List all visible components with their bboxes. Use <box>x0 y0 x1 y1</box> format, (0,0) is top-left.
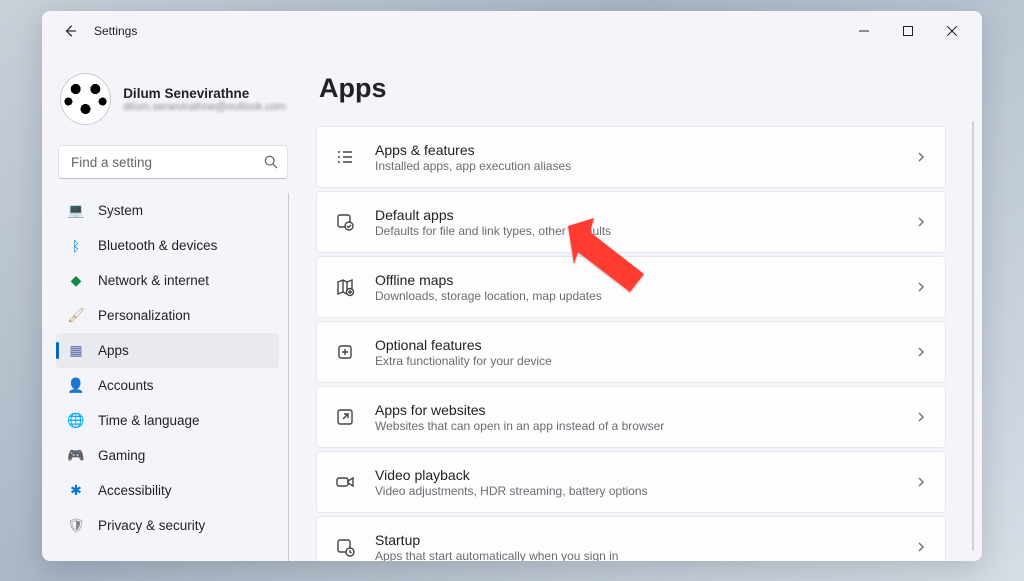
sidebar-nav: 💻 System ᛒ Bluetooth & devices ◆ Network & in… <box>56 193 290 561</box>
setting-title: Optional features <box>375 337 895 353</box>
search-icon <box>264 155 278 169</box>
setting-optional-features[interactable]: Optional featuresExtra functionality for… <box>316 321 946 383</box>
accessibility-icon: ✱ <box>68 483 84 499</box>
minimize-icon <box>859 26 869 36</box>
setting-apps-features[interactable]: Apps & featuresInstalled apps, app execu… <box>316 126 946 188</box>
settings-list: Apps & featuresInstalled apps, app execu… <box>316 126 952 561</box>
sidebar-item-gaming[interactable]: 🎮 Gaming <box>56 438 279 473</box>
sidebar-item-privacy[interactable]: 🛡 Privacy & security <box>56 508 279 543</box>
chevron-right-icon <box>915 541 927 553</box>
setting-subtitle: Downloads, storage location, map updates <box>375 289 895 303</box>
setting-subtitle: Extra functionality for your device <box>375 354 895 368</box>
close-icon <box>947 26 957 36</box>
setting-text: Optional featuresExtra functionality for… <box>375 337 895 368</box>
arrow-left-icon <box>63 24 77 38</box>
chevron-right-icon <box>915 411 927 423</box>
setting-title: Default apps <box>375 207 895 223</box>
privacy-icon: 🛡 <box>68 518 84 534</box>
profile-text: Dilum Senevirathne dilum.senevirathne@ou… <box>123 86 286 113</box>
sidebar-item-time[interactable]: 🌐 Time & language <box>56 403 279 438</box>
apps-features-icon <box>335 147 355 167</box>
sidebar-item-label: Network & internet <box>98 273 209 288</box>
search-wrap <box>58 145 288 179</box>
chevron-right-icon <box>915 476 927 488</box>
back-button[interactable] <box>56 17 84 45</box>
settings-window: Settings Dilum Senevirathne dilum.senevi… <box>42 11 982 561</box>
chevron-right-icon <box>915 281 927 293</box>
setting-title: Apps & features <box>375 142 895 158</box>
sidebar-item-accessibility[interactable]: ✱ Accessibility <box>56 473 279 508</box>
time-icon: 🌐 <box>68 413 84 429</box>
gaming-icon: 🎮 <box>68 448 84 464</box>
titlebar-title: Settings <box>94 24 137 38</box>
sidebar-item-label: Bluetooth & devices <box>98 238 217 253</box>
setting-text: StartupApps that start automatically whe… <box>375 532 895 562</box>
setting-default-apps[interactable]: Default appsDefaults for file and link t… <box>316 191 946 253</box>
avatar <box>60 73 111 125</box>
sidebar-item-apps[interactable]: ▦ Apps <box>56 333 279 368</box>
chevron-right-icon <box>915 346 927 358</box>
sidebar-item-system[interactable]: 💻 System <box>56 193 279 228</box>
setting-text: Default appsDefaults for file and link t… <box>375 207 895 238</box>
sidebar-item-personalization[interactable]: 🖌 Personalization <box>56 298 279 333</box>
setting-apps-websites[interactable]: Apps for websitesWebsites that can open … <box>316 386 946 448</box>
setting-title: Apps for websites <box>375 402 895 418</box>
titlebar: Settings <box>42 11 982 51</box>
window-body: Dilum Senevirathne dilum.senevirathne@ou… <box>42 51 982 561</box>
video-playback-icon <box>335 472 355 492</box>
network-icon: ◆ <box>68 273 84 289</box>
profile-section[interactable]: Dilum Senevirathne dilum.senevirathne@ou… <box>56 63 290 145</box>
setting-title: Startup <box>375 532 895 548</box>
sidebar-item-label: Time & language <box>98 413 200 428</box>
sidebar-item-label: Gaming <box>98 448 145 463</box>
setting-text: Apps & featuresInstalled apps, app execu… <box>375 142 895 173</box>
setting-video-playback[interactable]: Video playbackVideo adjustments, HDR str… <box>316 451 946 513</box>
setting-offline-maps[interactable]: Offline mapsDownloads, storage location,… <box>316 256 946 318</box>
main-panel: Apps Apps & featuresInstalled apps, app … <box>300 51 982 561</box>
setting-title: Offline maps <box>375 272 895 288</box>
setting-subtitle: Apps that start automatically when you s… <box>375 549 895 562</box>
chevron-right-icon <box>915 216 927 228</box>
sidebar-item-label: Accounts <box>98 378 154 393</box>
page-title: Apps <box>319 73 952 104</box>
sidebar-item-network[interactable]: ◆ Network & internet <box>56 263 279 298</box>
search-input[interactable] <box>58 145 288 179</box>
main-scrollbar[interactable] <box>972 121 974 551</box>
optional-features-icon <box>335 342 355 362</box>
setting-subtitle: Defaults for file and link types, other … <box>375 224 895 238</box>
sidebar-item-accounts[interactable]: 👤 Accounts <box>56 368 279 403</box>
sidebar-item-label: Accessibility <box>98 483 172 498</box>
sidebar-item-label: Privacy & security <box>98 518 205 533</box>
profile-email: dilum.senevirathne@outlook.com <box>123 101 286 113</box>
profile-name: Dilum Senevirathne <box>123 86 286 101</box>
sidebar-item-bluetooth[interactable]: ᛒ Bluetooth & devices <box>56 228 279 263</box>
personalization-icon: 🖌 <box>68 308 84 324</box>
scroll-indicator <box>288 193 289 561</box>
accounts-icon: 👤 <box>68 378 84 394</box>
maximize-icon <box>903 26 913 36</box>
sidebar-item-label: Personalization <box>98 308 190 323</box>
setting-text: Video playbackVideo adjustments, HDR str… <box>375 467 895 498</box>
minimize-button[interactable] <box>842 15 886 47</box>
setting-title: Video playback <box>375 467 895 483</box>
system-icon: 💻 <box>68 203 84 219</box>
setting-text: Offline mapsDownloads, storage location,… <box>375 272 895 303</box>
bluetooth-icon: ᛒ <box>68 238 84 254</box>
sidebar-item-label: Apps <box>98 343 129 358</box>
apps-icon: ▦ <box>68 343 84 359</box>
setting-text: Apps for websitesWebsites that can open … <box>375 402 895 433</box>
maximize-button[interactable] <box>886 15 930 47</box>
setting-subtitle: Websites that can open in an app instead… <box>375 419 895 433</box>
setting-subtitle: Installed apps, app execution aliases <box>375 159 895 173</box>
startup-icon <box>335 537 355 557</box>
sidebar: Dilum Senevirathne dilum.senevirathne@ou… <box>42 51 300 561</box>
setting-startup[interactable]: StartupApps that start automatically whe… <box>316 516 946 561</box>
apps-websites-icon <box>335 407 355 427</box>
close-button[interactable] <box>930 15 974 47</box>
offline-maps-icon <box>335 277 355 297</box>
setting-subtitle: Video adjustments, HDR streaming, batter… <box>375 484 895 498</box>
sidebar-item-label: System <box>98 203 143 218</box>
chevron-right-icon <box>915 151 927 163</box>
default-apps-icon <box>335 212 355 232</box>
